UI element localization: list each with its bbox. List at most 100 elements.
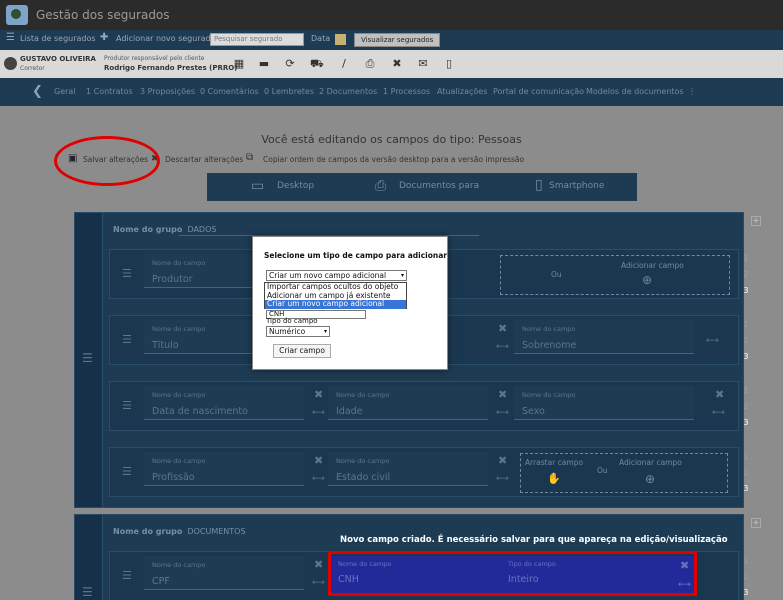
row-num[interactable]: 2 [740,270,752,279]
drag-icon[interactable]: ☰ [82,351,93,365]
row-num[interactable]: 3 [740,484,752,493]
grid-icon[interactable]: ▦ [233,58,245,70]
discard-changes-button[interactable]: Descartar alterações [165,155,243,164]
resize-arrow-icon[interactable]: ⟷ [496,408,509,418]
nav-item[interactable]: Geral [54,87,76,96]
resize-arrow-icon[interactable]: ⟷ [312,578,325,588]
remove-field-icon[interactable]: ✖ [314,454,323,467]
plus-circle-icon[interactable]: ⊕ [642,273,652,287]
calendar-icon[interactable] [335,34,346,45]
remove-field-icon[interactable]: ✖ [498,388,507,401]
nav-item[interactable]: 0 Lembretes [264,87,314,96]
remove-field-icon[interactable]: ✖ [314,388,323,401]
nav-item[interactable]: 3 Proposições [140,87,195,96]
copy-icon[interactable]: ⧉ [246,152,253,163]
field-cell[interactable]: Nome do campo Data de nascimento [144,386,304,420]
view-insured-button[interactable]: Visualizar segurados [354,33,441,47]
resize-arrow-icon[interactable]: ⟷ [312,408,325,418]
chevron-down-icon: ▾ [400,272,404,279]
field-row: ☰ Nome do campo Profissão ✖ ⟷ Nome do ca… [109,447,748,497]
field-type-select[interactable]: Criar um novo campo adicional ▾ [266,270,407,281]
remove-field-icon[interactable]: ✖ [498,454,507,467]
row-num[interactable]: 1 [740,556,752,565]
drag-icon[interactable]: ☰ [122,465,132,478]
nav-item[interactable]: Modelos de documentos [586,87,684,96]
back-arrow-icon[interactable]: ❮ [32,84,43,99]
drag-icon[interactable]: ☰ [122,267,132,280]
row-num[interactable]: 1 [740,320,752,329]
row-num[interactable]: 3 [740,352,752,361]
resize-arrow-icon[interactable]: ⟷ [496,342,509,352]
print-icon[interactable]: ⎙ [364,58,376,70]
add-group-icon[interactable]: + [751,216,761,226]
nav-item[interactable]: Portal de comunicação [493,87,584,96]
add-field-dropzone[interactable]: Ou Adicionar campo ⊕ [500,255,730,295]
field-cell[interactable]: Nome do campo Idade [328,386,488,420]
nav-item[interactable]: 2 Documentos [319,87,377,96]
list-icon[interactable]: ☰ [6,32,15,43]
resize-arrow-icon[interactable]: ⟷ [496,474,509,484]
drag-icon[interactable]: ☰ [122,333,132,346]
dropdown-option[interactable]: Criar um novo campo adicional [265,299,406,309]
list-insured-link[interactable]: Lista de segurados [20,34,96,43]
tab-smartphone[interactable]: Smartphone [549,181,604,191]
nav-item[interactable]: 0 Comentários [200,87,259,96]
nav-item[interactable]: 1 Contratos [86,87,133,96]
resize-arrow-icon[interactable]: ⟷ [712,408,725,418]
field-cell[interactable]: Nome do campo Sobrenome [514,320,694,354]
field-cell[interactable]: Nome do campo CPF [144,556,304,590]
group-drag-handle[interactable]: ☰ [75,213,103,507]
row-num[interactable]: 1 [740,452,752,461]
app-title: Gestão dos segurados [36,8,170,22]
car-icon[interactable]: ⛟ [310,58,324,70]
more-icon[interactable]: ⋮ [688,87,696,96]
field-cell[interactable]: Nome do campo Profissão [144,452,304,486]
row-num[interactable]: 2 [740,572,752,581]
share-icon[interactable]: ⟳ [284,58,296,70]
row-num[interactable]: 2 [740,336,752,345]
row-num[interactable]: 2 [740,402,752,411]
nav-item[interactable]: Atualizações [437,87,487,96]
field-label: Nome do campo [152,391,206,399]
producer-name: Rodrigo Fernando Prestes (PRRO) [104,64,238,72]
plus-circle-icon[interactable]: ⊕ [645,472,655,486]
mobile-icon[interactable]: ▯ [443,58,455,70]
data-type-select[interactable]: Numérico ▾ [266,326,330,337]
row-num[interactable]: 3 [740,418,752,427]
search-input[interactable]: Pesquisar segurado [210,33,304,46]
drag-icon[interactable]: ☰ [122,569,132,582]
add-icon[interactable]: ✚ [100,32,108,43]
drag-field-dropzone[interactable]: Arrastar campo ✋ Ou Adicionar campo ⊕ [520,453,728,493]
field-value: Idade [336,406,363,417]
edit-icon[interactable]: / [338,58,350,70]
tab-desktop[interactable]: Desktop [277,181,314,191]
tab-documents[interactable]: Documentos para [399,181,479,191]
group-header: Nome do grupo DOCUMENTOS [113,527,246,536]
field-cell[interactable]: Nome do campo Estado civil [328,452,488,486]
nav-item[interactable]: 1 Processos [383,87,430,96]
drag-icon[interactable]: ☰ [122,399,132,412]
remove-field-icon[interactable]: ✖ [715,388,724,401]
nav-bar: ❮ Geral 1 Contratos 3 Proposições 0 Come… [0,78,783,106]
delete-icon[interactable]: ✖ [391,58,403,70]
remove-field-icon[interactable]: ✖ [314,558,323,571]
row-num[interactable]: 1 [740,254,752,263]
row-num[interactable]: 3 [740,286,752,295]
row-num[interactable]: 3 [740,588,752,597]
row-num[interactable]: 2 [740,468,752,477]
remove-field-icon[interactable]: ✖ [498,322,507,335]
mail-icon[interactable]: ✉ [417,58,429,70]
create-field-button[interactable]: Criar campo [273,344,331,358]
add-insured-link[interactable]: Adicionar novo segurado [116,34,216,43]
drag-icon[interactable]: ☰ [82,585,93,599]
add-group-icon[interactable]: + [751,518,761,528]
card-icon[interactable]: ▬ [258,58,270,70]
group-drag-handle[interactable]: ☰ [75,515,103,600]
row-num[interactable]: 1 [740,386,752,395]
field-cell[interactable]: Nome do campo Sexo [514,386,694,420]
resize-arrow-icon[interactable]: ⟷ [706,336,719,346]
producer-label: Produtor responsável pelo cliente [104,55,205,62]
field-type-label: Tipo do campo [266,317,318,325]
copy-order-button[interactable]: Copiar ordem de campos da versão desktop… [263,155,524,164]
resize-arrow-icon[interactable]: ⟷ [312,474,325,484]
